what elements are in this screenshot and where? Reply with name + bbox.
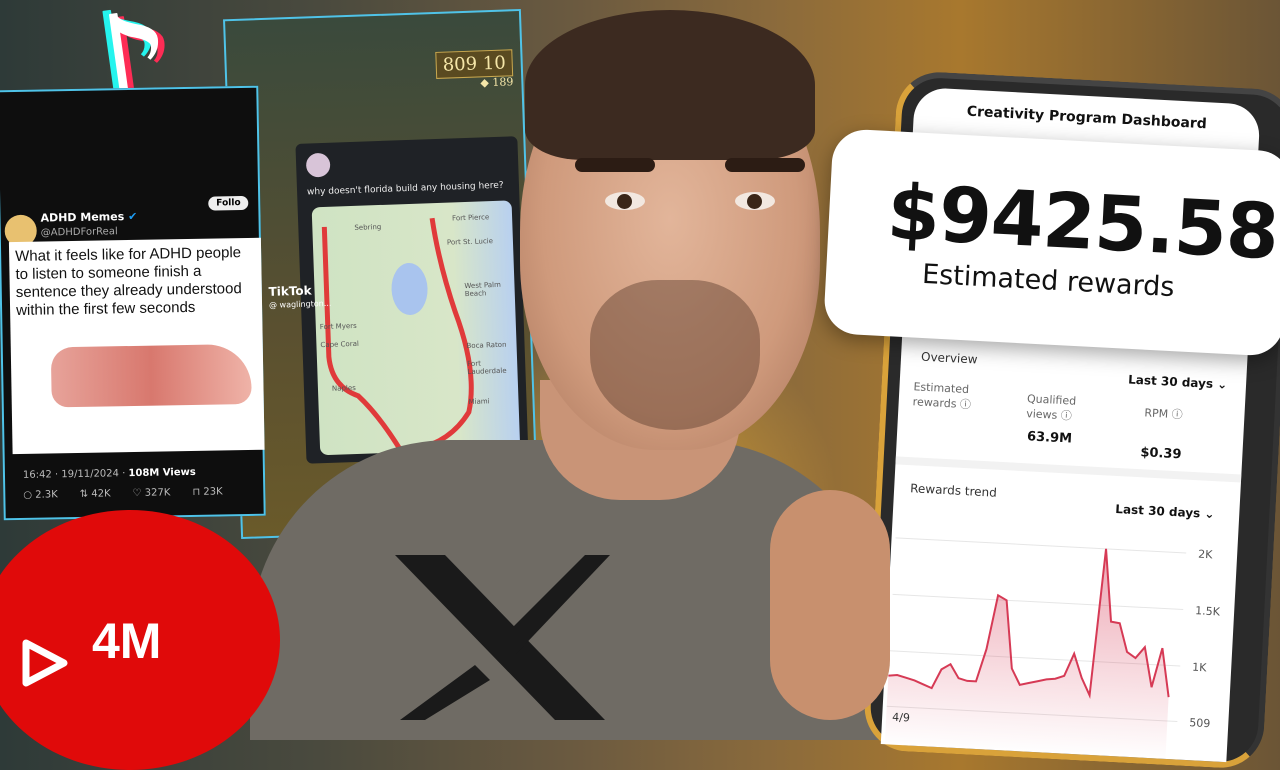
map-label: Fort Lauderdale bbox=[467, 359, 512, 377]
follow-button[interactable]: Follo bbox=[208, 196, 249, 211]
game-score: 809 10 bbox=[435, 49, 513, 79]
map-label: Cape Coral bbox=[320, 340, 359, 349]
bookmark-icon: ⊓ bbox=[192, 487, 200, 498]
avatar bbox=[306, 153, 331, 178]
tweet-handle: @ADHDForReal bbox=[41, 226, 118, 238]
right-eye bbox=[735, 192, 775, 210]
y-tick-label: 1.5K bbox=[1195, 604, 1221, 618]
trend-area bbox=[885, 538, 1177, 761]
metric-estimated-rewards-label: Estimated rewards ⓘ bbox=[912, 379, 993, 413]
reply-count: 2.3K bbox=[35, 489, 58, 500]
metric-qualified-views-label: Qualified views ⓘ bbox=[1026, 391, 1097, 425]
person-hair bbox=[525, 10, 815, 160]
gems-count: 189 bbox=[492, 75, 513, 89]
subscriber-count: 4M bbox=[92, 612, 161, 670]
x-axis-start-label: 4/9 bbox=[892, 711, 910, 725]
reply-button[interactable]: ○ 2.3K bbox=[23, 489, 58, 501]
tweet-text: What it feels like for ADHD people to li… bbox=[15, 244, 256, 320]
repost-button[interactable]: ⇅ 42K bbox=[80, 488, 111, 500]
left-eyebrow bbox=[575, 158, 655, 172]
plank-image bbox=[51, 344, 252, 407]
florida-map: Sebring Fort Pierce Port St. Lucie West … bbox=[312, 200, 521, 455]
right-eyebrow bbox=[725, 158, 805, 172]
grid-line bbox=[896, 538, 1187, 553]
tweet-views: 108M Views bbox=[128, 467, 195, 479]
like-count: 327K bbox=[145, 487, 171, 498]
author-name: ADHD Memes bbox=[40, 210, 124, 224]
game-gems: ◆ 189 bbox=[480, 75, 513, 89]
estimated-rewards-card: $9425.58 Estimated rewards bbox=[823, 128, 1280, 357]
like-button[interactable]: ♡ 327K bbox=[132, 487, 170, 499]
grid-line bbox=[893, 594, 1184, 609]
map-label: Port St. Lucie bbox=[447, 237, 493, 247]
tiktok-watermark: TikTok bbox=[268, 283, 312, 298]
post-question: why doesn't florida build any housing he… bbox=[307, 181, 504, 198]
verified-icon: ✔ bbox=[128, 210, 137, 223]
tweet-body: What it feels like for ADHD people to li… bbox=[9, 238, 265, 454]
map-label: Boca Raton bbox=[466, 341, 506, 350]
map-label: Naples bbox=[332, 384, 356, 393]
metric-rpm-label: RPM ⓘ bbox=[1144, 405, 1183, 422]
beard bbox=[590, 280, 760, 430]
overview-label: Overview bbox=[921, 350, 978, 367]
repost-icon: ⇅ bbox=[80, 489, 89, 500]
tweet-author-name: ADHD Memes ✔ bbox=[40, 210, 137, 225]
youtube-play-icon bbox=[16, 635, 72, 691]
bookmark-button[interactable]: ⊓ 23K bbox=[192, 486, 222, 498]
x-logo-icon bbox=[385, 545, 615, 725]
map-label: Miami bbox=[468, 397, 489, 406]
tweet-stats: ○ 2.3K ⇅ 42K ♡ 327K ⊓ 23K bbox=[23, 486, 223, 500]
reply-icon: ○ bbox=[23, 490, 32, 501]
y-tick-label: 2K bbox=[1198, 548, 1214, 562]
metric-rpm-value: $0.39 bbox=[1140, 445, 1182, 462]
heart-icon: ♡ bbox=[132, 488, 141, 499]
y-tick-label: 509 bbox=[1189, 716, 1211, 730]
tweet-timestamp: 16:42 · 19/11/2024 · bbox=[23, 468, 129, 481]
overview-range-dropdown[interactable]: Last 30 days ⌄ bbox=[1128, 372, 1228, 391]
dashboard-title: Creativity Program Dashboard bbox=[914, 101, 1260, 135]
map-label: West Palm Beach bbox=[464, 281, 505, 298]
tweet-meta: 16:42 · 19/11/2024 · 108M Views bbox=[23, 467, 196, 481]
bookmark-count: 23K bbox=[203, 486, 222, 497]
thumb bbox=[770, 490, 890, 720]
y-tick-label: 1K bbox=[1192, 661, 1208, 675]
metric-qualified-views-value: 63.9M bbox=[1027, 429, 1073, 446]
left-eye bbox=[605, 192, 645, 210]
rewards-trend-label: Rewards trend bbox=[910, 481, 997, 500]
map-label: Fort Pierce bbox=[452, 213, 489, 222]
map-label: Fort Myers bbox=[320, 322, 357, 331]
map-label: Sebring bbox=[354, 223, 381, 232]
rewards-trend-chart: 509 1K 1.5K 2K bbox=[881, 506, 1251, 762]
divider bbox=[895, 456, 1241, 482]
tweet-card: ADHD Memes ✔ @ADHDForReal Follo What it … bbox=[0, 86, 266, 521]
repost-count: 42K bbox=[91, 488, 110, 499]
